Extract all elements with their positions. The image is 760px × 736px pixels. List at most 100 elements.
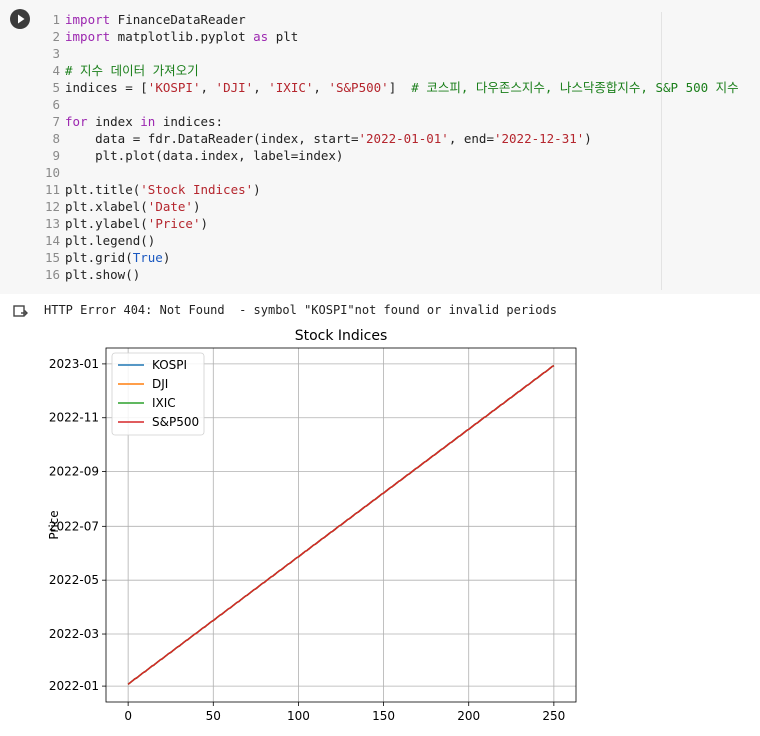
code-line[interactable]: 4 # 지수 데이터 가져오기 <box>38 62 199 79</box>
y-tick-label: 2022-11 <box>49 411 99 425</box>
code-token: as <box>253 29 269 44</box>
code-token: matplotlib.pyplot <box>110 29 254 44</box>
code-line[interactable]: 3 <box>38 45 65 62</box>
line-number: 14 <box>44 233 60 248</box>
code-token: 'DJI' <box>215 80 254 95</box>
code-token: '2022-12-31' <box>493 131 585 146</box>
line-number: 9 <box>52 148 60 163</box>
code-token: ] <box>388 80 412 95</box>
code-token: # 코스피, 다우존스지수, 나스닥종합지수, S&P 500 지수 <box>411 80 739 95</box>
code-token: plt.grid( <box>65 250 133 265</box>
code-line[interactable]: 6 <box>38 96 65 113</box>
code-token: # 지수 데이터 가져오기 <box>65 63 199 78</box>
x-tick-label: 50 <box>206 709 221 723</box>
code-token: indices = [ <box>65 80 148 95</box>
code-token: plt <box>268 29 299 44</box>
code-token: ) <box>253 182 261 197</box>
line-number: 16 <box>44 267 60 282</box>
code-token: , <box>313 80 329 95</box>
code-token: '2022-01-01' <box>358 131 449 146</box>
line-length-ruler <box>661 12 662 290</box>
x-tick-label: 100 <box>287 709 310 723</box>
code-line[interactable]: 14 plt.legend() <box>38 232 155 249</box>
code-token: , <box>253 80 269 95</box>
code-token: plt.xlabel( <box>65 199 148 214</box>
stock-indices-chart: 0 50 100 150 200 250 2022-01 2022-03 2022-05 2022… <box>47 328 577 728</box>
code-line[interactable]: 12 plt.xlabel('Date') <box>38 198 201 215</box>
code-token: ) <box>584 131 592 146</box>
code-token: 'Stock Indices' <box>140 182 254 197</box>
x-tick-label: 250 <box>542 709 565 723</box>
code-line[interactable]: 5 indices = ['KOSPI', 'DJI', 'IXIC', 'S&P… <box>38 79 739 96</box>
line-number: 10 <box>44 165 60 180</box>
code-cell[interactable]: 1 import FinanceDataReader 2 import matplot… <box>0 0 760 294</box>
code-token: import <box>65 29 111 44</box>
code-line[interactable]: 13 plt.ylabel('Price') <box>38 215 208 232</box>
y-tick-label: 2022-05 <box>49 573 99 587</box>
cell-gutter <box>0 0 38 294</box>
line-number: 4 <box>52 63 60 78</box>
code-line[interactable]: 2 import matplotlib.pyplot as plt <box>38 28 298 45</box>
code-token: plt.title( <box>65 182 141 197</box>
line-number: 1 <box>52 12 60 27</box>
y-tick-label: 2022-01 <box>49 679 99 693</box>
legend-label: S&P500 <box>152 415 199 429</box>
line-number: 6 <box>52 97 60 112</box>
code-line[interactable]: 15 plt.grid(True) <box>38 249 170 266</box>
code-token: in <box>140 114 156 129</box>
code-token: import <box>65 12 111 27</box>
x-tick-label: 200 <box>457 709 480 723</box>
legend-label: DJI <box>152 377 168 391</box>
code-line[interactable]: 1 import FinanceDataReader <box>38 11 246 28</box>
error-message: HTTP Error 404: Not Found - symbol "KOSP… <box>44 303 557 317</box>
line-number: 7 <box>52 114 60 129</box>
cell-output: HTTP Error 404: Not Found - symbol "KOSP… <box>0 294 760 736</box>
line-number: 8 <box>52 131 60 146</box>
code-token: for <box>65 114 88 129</box>
y-tick-label: 2022-09 <box>49 465 99 479</box>
code-token: ) <box>162 250 171 265</box>
chart-title: Stock Indices <box>295 328 388 344</box>
code-token: 'KOSPI' <box>147 80 201 95</box>
y-axis-label: Price <box>47 510 61 539</box>
code-line[interactable]: 9 plt.plot(data.index, label=index) <box>38 147 343 164</box>
line-number: 12 <box>44 199 60 214</box>
code-line[interactable]: 10 <box>38 164 65 181</box>
code-token: 'Date' <box>147 199 193 214</box>
line-number: 5 <box>52 80 60 95</box>
code-token: FinanceDataReader <box>110 12 246 27</box>
y-tick-label: 2022-03 <box>49 627 99 641</box>
line-number: 3 <box>52 46 60 61</box>
play-icon <box>18 14 25 24</box>
code-token: 'IXIC' <box>268 80 314 95</box>
code-line[interactable]: 16 plt.show() <box>38 266 140 283</box>
code-token: plt.show() <box>65 267 141 282</box>
code-editor[interactable]: 1 import FinanceDataReader 2 import matplot… <box>38 0 760 294</box>
code-token: 'Price' <box>147 216 201 231</box>
code-line[interactable]: 7 for index in indices: <box>38 113 223 130</box>
legend-label: IXIC <box>152 396 176 410</box>
code-token: plt.legend() <box>65 233 156 248</box>
code-line[interactable]: 11 plt.title('Stock Indices') <box>38 181 261 198</box>
code-token: data = fdr.DataReader(index, start= <box>65 131 359 146</box>
x-tick-label: 150 <box>372 709 395 723</box>
code-token: , <box>200 80 216 95</box>
output-toggle-icon[interactable] <box>12 304 30 322</box>
y-tick-label: 2023-01 <box>49 357 99 371</box>
line-number: 15 <box>44 250 60 265</box>
x-tick-label: 0 <box>124 709 132 723</box>
code-token: ) <box>200 216 209 231</box>
code-token: , end= <box>448 131 494 146</box>
code-token: indices: <box>155 114 224 129</box>
code-token: index <box>87 114 141 129</box>
line-number: 2 <box>52 29 60 44</box>
line-number: 13 <box>44 216 60 231</box>
code-token: ) <box>192 199 201 214</box>
legend-label: KOSPI <box>152 358 187 372</box>
line-number: 11 <box>44 182 60 197</box>
code-line[interactable]: 8 data = fdr.DataReader(index, start='20… <box>38 130 592 147</box>
code-token: plt.plot(data.index, label=index) <box>65 148 344 163</box>
code-token: 'S&P500' <box>328 80 389 95</box>
run-cell-button[interactable] <box>10 9 30 29</box>
x-axis-label: Date <box>327 727 356 728</box>
